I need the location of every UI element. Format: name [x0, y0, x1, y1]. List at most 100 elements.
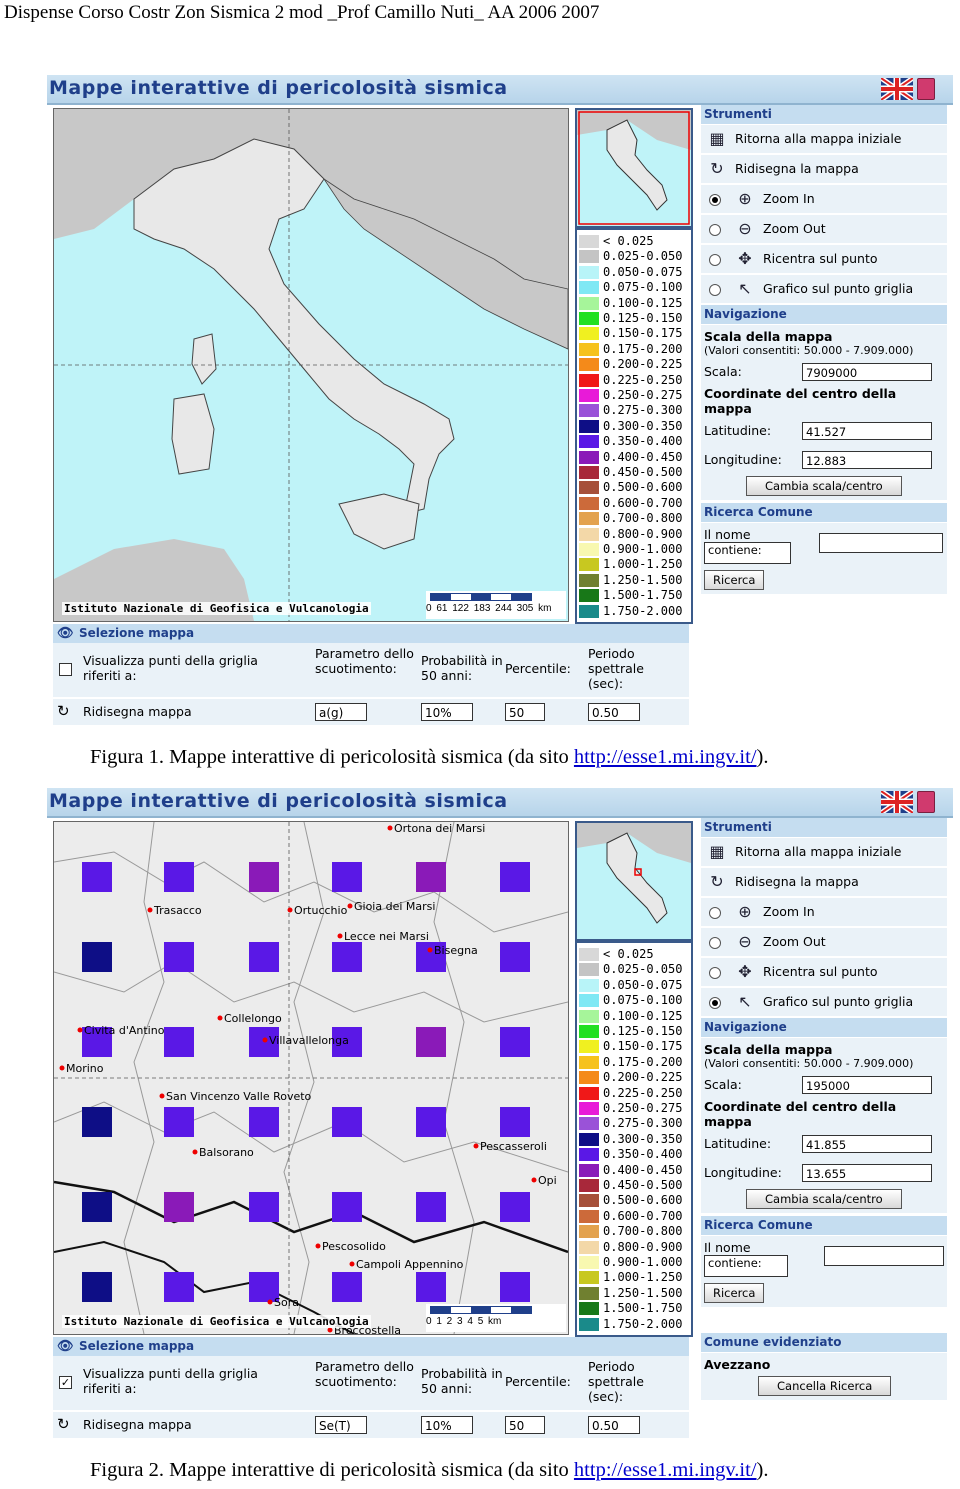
recenter-radio[interactable]	[709, 967, 721, 979]
change-scale-button[interactable]: Cambia scala/centro	[746, 476, 902, 496]
grid-cell[interactable]	[82, 862, 112, 892]
hazard-map-italy[interactable]: Istituto Nazionale di Geofisica e Vulcan…	[53, 108, 569, 622]
town-marker[interactable]	[337, 933, 343, 939]
tool-recenter[interactable]: ✥ Ricentra sul punto	[701, 958, 947, 988]
overview-map[interactable]	[575, 108, 693, 228]
period-select[interactable]: 0.50	[588, 1416, 640, 1434]
zoom-out-radio[interactable]	[709, 937, 721, 949]
tool-reset-map[interactable]: ▦ Ritorna alla mappa iniziale	[701, 838, 947, 868]
town-marker[interactable]	[349, 1261, 355, 1267]
zoom-out-radio[interactable]	[709, 224, 721, 236]
param-select[interactable]: a(g)	[315, 703, 367, 721]
grid-cell[interactable]	[249, 862, 279, 892]
tool-zoom-out[interactable]: ⊖ Zoom Out	[701, 928, 947, 958]
uk-flag-icon[interactable]	[881, 791, 913, 813]
tool-grid-chart[interactable]: ↖ Grafico sul punto griglia	[701, 988, 947, 1018]
help-book-icon[interactable]	[917, 791, 935, 813]
tool-recenter[interactable]: ✥ Ricentra sul punto	[701, 245, 947, 275]
overview-map[interactable]	[575, 821, 693, 941]
tool-zoom-in[interactable]: ⊕ Zoom In	[701, 898, 947, 928]
town-marker[interactable]	[287, 907, 293, 913]
grid-cell[interactable]	[500, 862, 530, 892]
redraw-map-link[interactable]: Ridisegna mappa	[83, 1417, 192, 1432]
town-marker[interactable]	[531, 1177, 537, 1183]
grid-cell[interactable]	[82, 1192, 112, 1222]
grid-cell[interactable]	[332, 1272, 362, 1302]
change-scale-button[interactable]: Cambia scala/centro	[746, 1189, 902, 1209]
grid-cell[interactable]	[164, 942, 194, 972]
grid-cell[interactable]	[249, 1192, 279, 1222]
search-input[interactable]	[824, 1246, 944, 1266]
town-marker[interactable]	[159, 1093, 165, 1099]
grid-cell[interactable]	[416, 862, 446, 892]
town-marker[interactable]	[267, 1299, 273, 1305]
scale-input[interactable]: 7909000	[802, 362, 932, 381]
param-select[interactable]: Se(T)	[315, 1416, 367, 1434]
grid-cell[interactable]	[332, 942, 362, 972]
scale-input[interactable]: 195000	[802, 1075, 932, 1094]
latitude-input[interactable]: 41.855	[802, 1134, 932, 1153]
town-marker[interactable]	[427, 947, 433, 953]
tool-zoom-in[interactable]: ⊕ Zoom In	[701, 185, 947, 215]
grid-cell[interactable]	[164, 1272, 194, 1302]
town-marker[interactable]	[217, 1015, 223, 1021]
grid-cell[interactable]	[500, 942, 530, 972]
grid-cell[interactable]	[416, 1192, 446, 1222]
latitude-input[interactable]: 41.527	[802, 421, 932, 440]
grid-cell[interactable]	[332, 1107, 362, 1137]
grid-chart-radio[interactable]	[709, 997, 721, 1009]
grid-cell[interactable]	[416, 1107, 446, 1137]
probability-select[interactable]: 10%	[421, 1416, 473, 1434]
search-mode-select[interactable]: contiene:	[704, 1255, 789, 1277]
figure-1-link[interactable]: http://esse1.mi.ingv.it/	[574, 746, 757, 768]
tool-grid-chart[interactable]: ↖ Grafico sul punto griglia	[701, 275, 947, 305]
town-marker[interactable]	[147, 907, 153, 913]
search-mode-select[interactable]: contiene:	[704, 542, 791, 564]
grid-cell[interactable]	[82, 1107, 112, 1137]
search-button[interactable]: Ricerca	[704, 1283, 765, 1303]
grid-cell[interactable]	[500, 1192, 530, 1222]
recenter-radio[interactable]	[709, 254, 721, 266]
town-marker[interactable]	[315, 1243, 321, 1249]
grid-cell[interactable]	[416, 1027, 446, 1057]
tool-redraw-map[interactable]: ↻ Ridisegna la mappa	[701, 868, 947, 898]
probability-select[interactable]: 10%	[421, 703, 473, 721]
grid-cell[interactable]	[500, 1027, 530, 1057]
grid-cell[interactable]	[82, 1272, 112, 1302]
figure-2-link[interactable]: http://esse1.mi.ingv.it/	[574, 1459, 757, 1481]
grid-cell[interactable]	[332, 862, 362, 892]
town-marker[interactable]	[77, 1027, 83, 1033]
percentile-select[interactable]: 50	[505, 1416, 545, 1434]
grid-cell[interactable]	[164, 862, 194, 892]
grid-cell[interactable]	[164, 1107, 194, 1137]
town-marker[interactable]	[327, 1327, 333, 1333]
grid-points-checkbox[interactable]: ✓	[59, 1376, 72, 1389]
grid-cell[interactable]	[416, 1272, 446, 1302]
hazard-map-zoomed[interactable]: Ortona dei Marsi Trasacco Ortucchio Gioia d…	[53, 821, 569, 1335]
tool-reset-map[interactable]: ▦ Ritorna alla mappa iniziale	[701, 125, 947, 155]
longitude-input[interactable]: 12.883	[802, 450, 932, 469]
grid-cell[interactable]	[249, 942, 279, 972]
town-marker[interactable]	[262, 1037, 268, 1043]
percentile-select[interactable]: 50	[505, 703, 545, 721]
town-marker[interactable]	[347, 903, 353, 909]
grid-cell[interactable]	[164, 1027, 194, 1057]
grid-cell[interactable]	[500, 1272, 530, 1302]
period-select[interactable]: 0.50	[588, 703, 640, 721]
search-button[interactable]: Ricerca	[704, 570, 765, 590]
grid-chart-radio[interactable]	[709, 284, 721, 296]
search-input[interactable]	[819, 533, 943, 553]
town-marker[interactable]	[192, 1149, 198, 1155]
grid-cell[interactable]	[332, 1192, 362, 1222]
town-marker[interactable]	[59, 1065, 65, 1071]
tool-redraw-map[interactable]: ↻ Ridisegna la mappa	[701, 155, 947, 185]
grid-cell[interactable]	[164, 1192, 194, 1222]
zoom-in-radio[interactable]	[709, 907, 721, 919]
redraw-map-link[interactable]: Ridisegna mappa	[83, 704, 192, 719]
town-marker[interactable]	[473, 1143, 479, 1149]
zoom-in-radio[interactable]	[709, 194, 721, 206]
help-book-icon[interactable]	[917, 78, 935, 100]
uk-flag-icon[interactable]	[881, 78, 913, 100]
grid-cell[interactable]	[500, 1107, 530, 1137]
tool-zoom-out[interactable]: ⊖ Zoom Out	[701, 215, 947, 245]
